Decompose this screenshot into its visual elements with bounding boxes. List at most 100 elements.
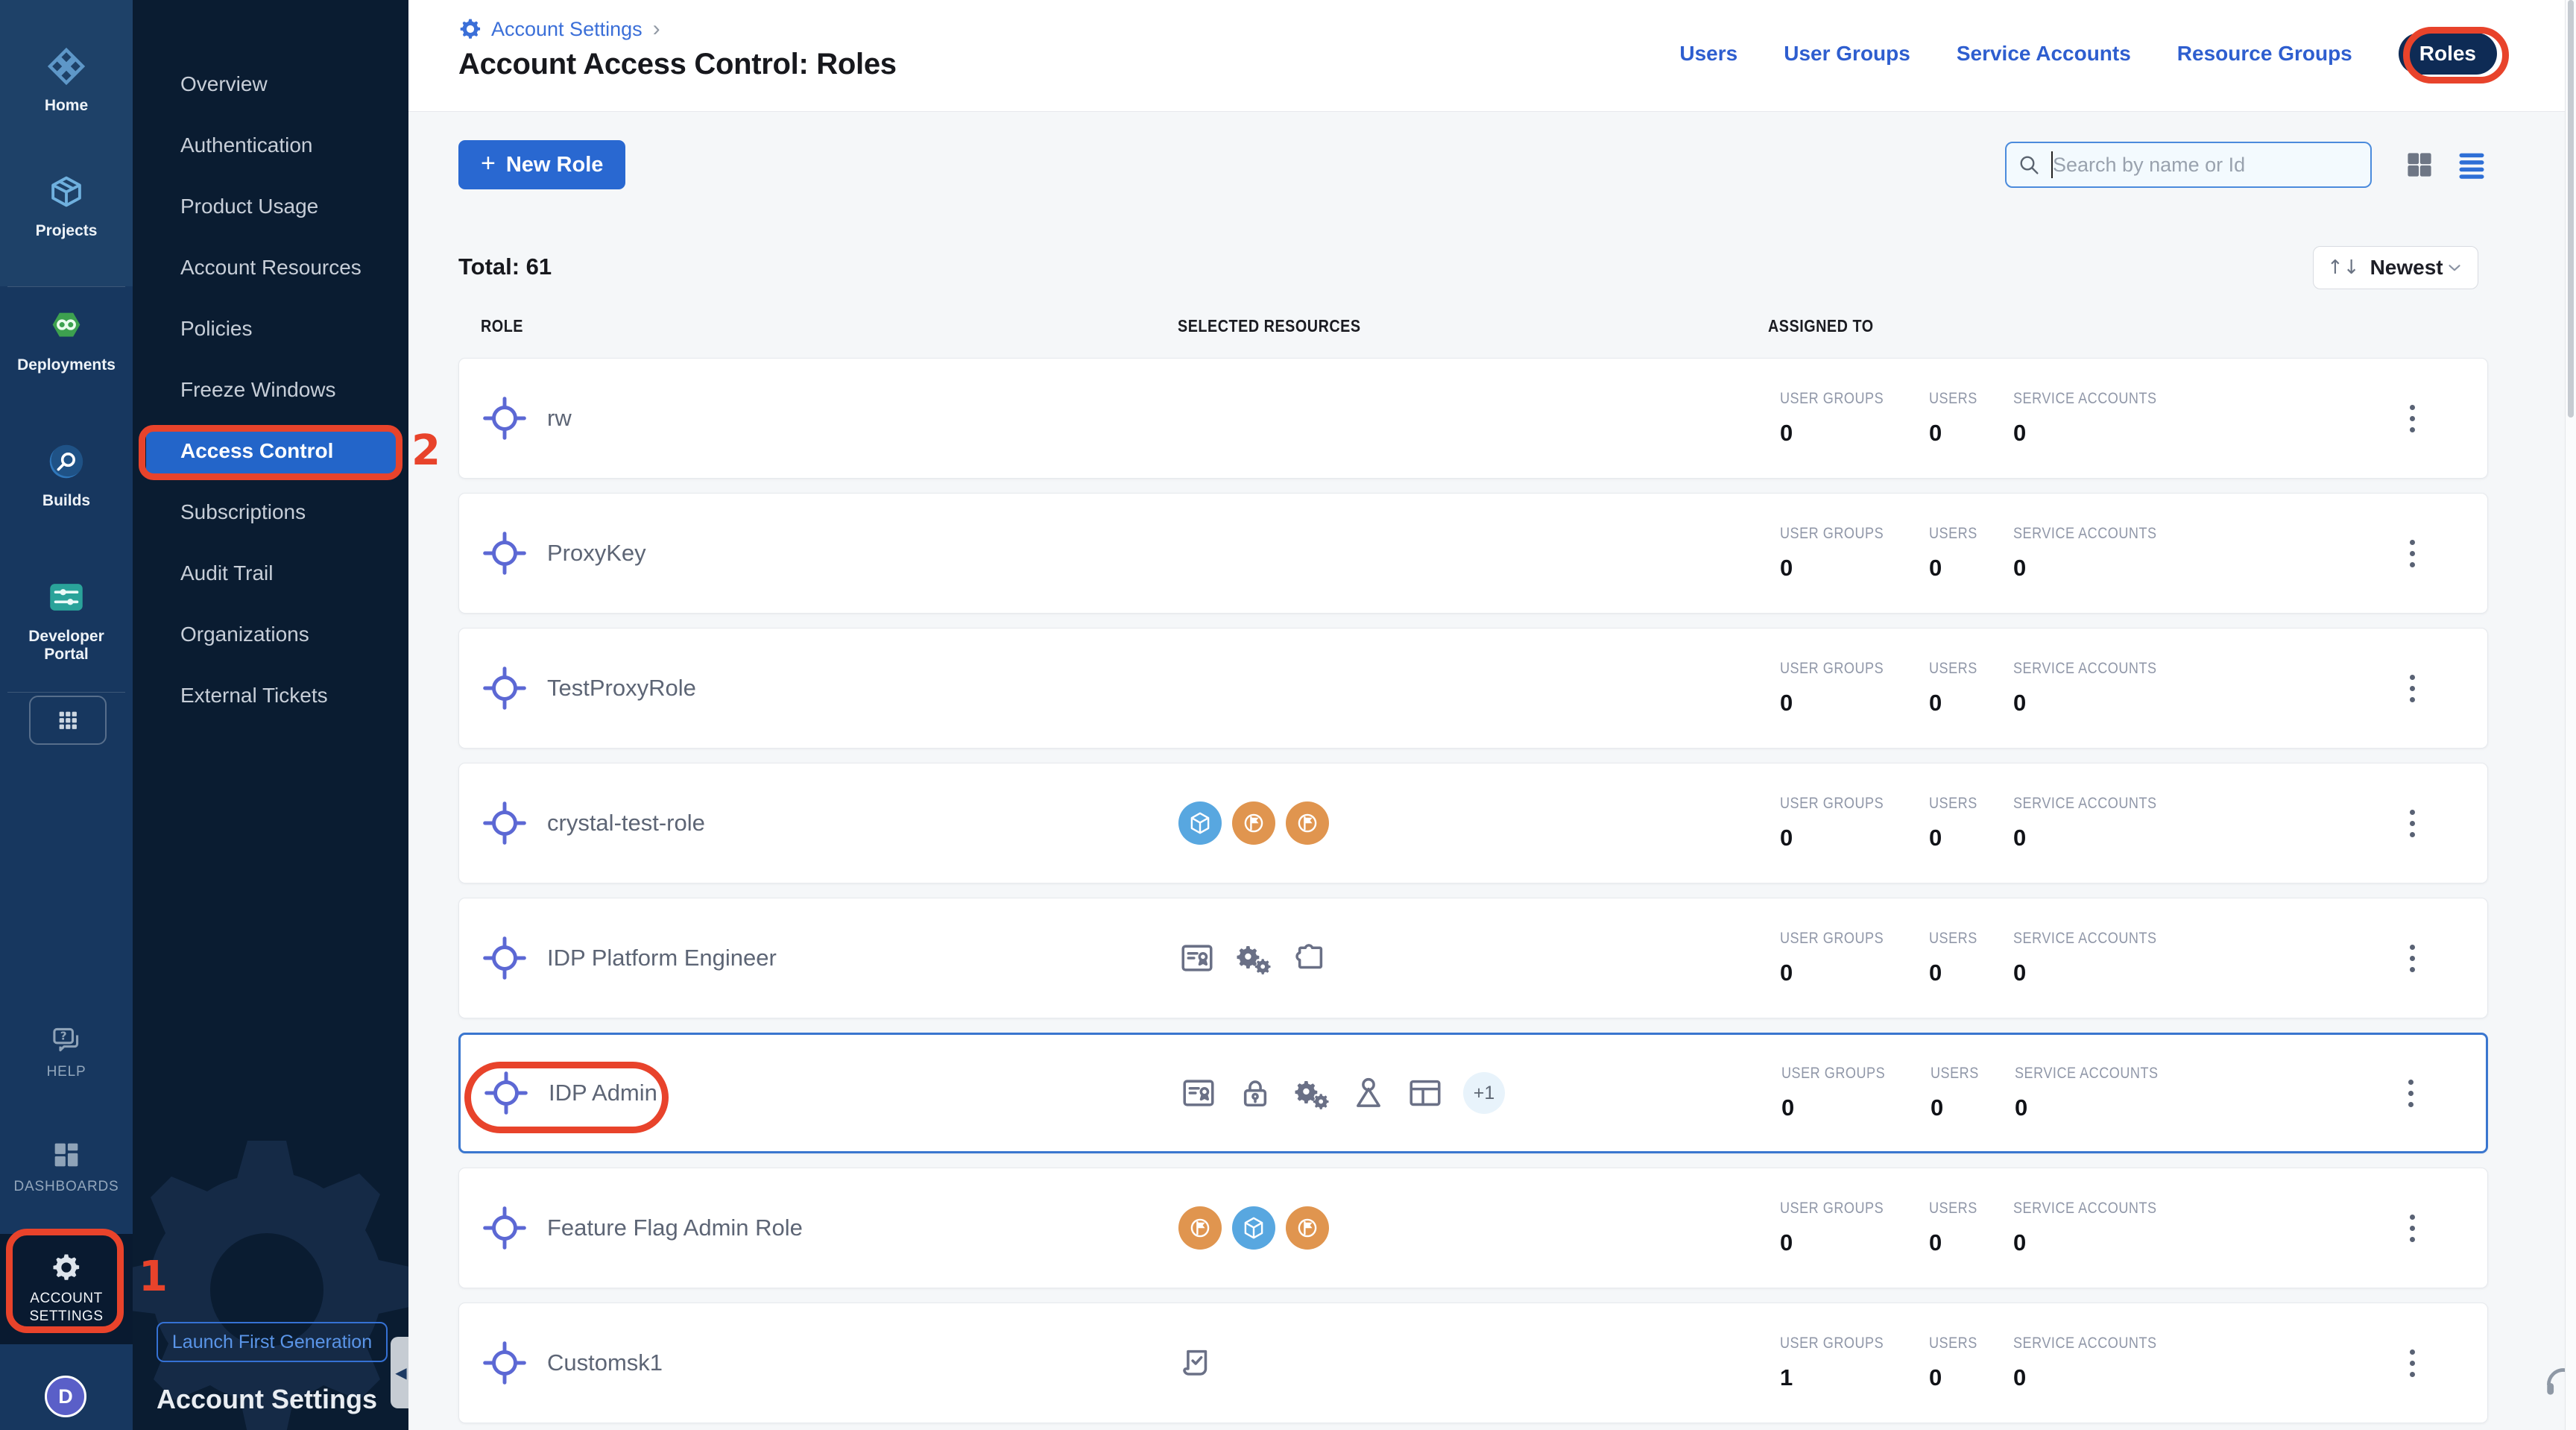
sidebar-item-label: Account Resources xyxy=(133,256,362,280)
assigned-label: USERS xyxy=(1929,660,2013,678)
user-groups-column: USER GROUPS1 xyxy=(1780,1335,1929,1391)
rail-item-builds[interactable]: Builds xyxy=(0,440,133,510)
sidebar-item-account-resources[interactable]: Account Resources xyxy=(133,237,408,298)
breadcrumb-separator: › xyxy=(653,16,660,42)
help-label: HELP xyxy=(0,1064,133,1080)
role-name: rw xyxy=(547,405,572,432)
sidebar-item-policies[interactable]: Policies xyxy=(133,298,408,359)
rail-item-home[interactable]: Home xyxy=(0,45,133,115)
page-header: Account Settings › Account Access Contro… xyxy=(408,0,2576,112)
row-menu-button[interactable] xyxy=(2402,1342,2422,1384)
role-cell: IDP Admin xyxy=(483,1070,1180,1116)
rail-item-account-settings[interactable]: ACCOUNT SETTINGS xyxy=(0,1234,133,1344)
table-row[interactable]: TestProxyRoleUSER GROUPS0USERS0SERVICE A… xyxy=(458,628,2488,749)
rail-divider xyxy=(7,286,125,287)
column-role: ROLE xyxy=(481,316,530,336)
table-row[interactable]: Feature Flag Admin RoleUSER GROUPS0USERS… xyxy=(458,1168,2488,1288)
breadcrumb[interactable]: Account Settings › xyxy=(458,16,660,42)
box-resource-badge xyxy=(1178,801,1222,845)
role-target-icon xyxy=(483,1070,529,1116)
assigned-label: USER GROUPS xyxy=(1780,930,1929,948)
users-column: USERS0 xyxy=(1929,390,2013,447)
row-menu-button[interactable] xyxy=(2402,937,2422,979)
sidebar-item-authentication[interactable]: Authentication xyxy=(133,115,408,176)
rail-item-projects[interactable]: Projects xyxy=(0,170,133,240)
sidebar-item-external-tickets[interactable]: External Tickets xyxy=(133,665,408,726)
launch-first-generation-button[interactable]: Launch First Generation xyxy=(157,1322,388,1362)
search-input[interactable] xyxy=(2005,142,2372,188)
sidebar-item-overview[interactable]: Overview xyxy=(133,54,408,115)
row-menu-button[interactable] xyxy=(2402,397,2422,439)
sidebar-item-product-usage[interactable]: Product Usage xyxy=(133,176,408,237)
kebab-dot xyxy=(2410,675,2415,680)
kebab-dot xyxy=(2410,551,2415,556)
selected-resources-cell xyxy=(1178,1206,1769,1250)
sidebar-item-organizations[interactable]: Organizations xyxy=(133,604,408,665)
tab-users[interactable]: Users xyxy=(1679,42,1737,66)
assigned-count: 0 xyxy=(2013,1229,2222,1256)
table-row[interactable]: IDP Platform EngineerUSER GROUPS0USERS0S… xyxy=(458,898,2488,1018)
rail-item-developer-portal[interactable]: Developer Portal xyxy=(0,576,133,663)
sidebar-item-freeze-windows[interactable]: Freeze Windows xyxy=(133,359,408,421)
scrollbar-thumb[interactable] xyxy=(2568,0,2574,418)
assigned-count: 0 xyxy=(1929,960,2013,986)
grid-view-toggle-icon[interactable] xyxy=(2403,148,2436,181)
users-column: USERS0 xyxy=(1929,795,2013,851)
assigned-label: USER GROUPS xyxy=(1780,1200,1929,1218)
assigned-label: SERVICE ACCOUNTS xyxy=(2013,525,2222,543)
flag-resource-badge xyxy=(1232,801,1275,845)
assigned-label: USER GROUPS xyxy=(1781,1065,1931,1083)
table-row[interactable]: ProxyKeyUSER GROUPS0USERS0SERVICE ACCOUN… xyxy=(458,493,2488,614)
list-view-toggle-icon[interactable] xyxy=(2455,148,2488,181)
assigned-count: 0 xyxy=(1929,1364,2013,1391)
flag-icon xyxy=(1240,810,1267,837)
sidebar-item-access-control[interactable]: Access Control xyxy=(133,421,408,482)
tab-resource-groups[interactable]: Resource Groups xyxy=(2177,42,2352,66)
rail-item-help[interactable]: HELP xyxy=(0,1023,133,1080)
row-menu-button[interactable] xyxy=(2402,1207,2422,1249)
flag-icon xyxy=(1294,1215,1321,1241)
sort-dropdown[interactable]: ↑↓ Newest xyxy=(2313,246,2478,289)
assigned-label: SERVICE ACCOUNTS xyxy=(2013,795,2222,813)
row-menu-button[interactable] xyxy=(2402,667,2422,709)
table-row[interactable]: IDP Admin+1USER GROUPS0USERS0SERVICE ACC… xyxy=(458,1033,2488,1153)
breadcrumb-label[interactable]: Account Settings xyxy=(491,18,643,41)
user-avatar[interactable]: D xyxy=(45,1376,86,1417)
flag-resource-badge xyxy=(1286,1206,1329,1250)
assigned-label: USERS xyxy=(1929,390,2013,408)
role-name: ProxyKey xyxy=(547,540,646,567)
sort-arrows-icon: ↑↓ xyxy=(2327,256,2360,279)
row-menu-button[interactable] xyxy=(2402,802,2422,844)
sidebar-item-audit-trail[interactable]: Audit Trail xyxy=(133,543,408,604)
new-role-button[interactable]: + New Role xyxy=(458,140,625,189)
row-menu-button[interactable] xyxy=(2401,1072,2420,1114)
assigned-count: 0 xyxy=(1780,690,1929,716)
role-cell: TestProxyRole xyxy=(482,665,1178,711)
module-grid-button[interactable] xyxy=(29,696,107,745)
assigned-count: 0 xyxy=(2013,825,2222,851)
tab-service-accounts[interactable]: Service Accounts xyxy=(1957,42,2131,66)
table-row[interactable]: crystal-test-roleUSER GROUPS0USERS0SERVI… xyxy=(458,763,2488,883)
assigned-label: USER GROUPS xyxy=(1780,795,1929,813)
sidebar-item-subscriptions[interactable]: Subscriptions xyxy=(133,482,408,543)
help-icon xyxy=(49,1023,83,1057)
rail-item-label: Home xyxy=(0,97,133,115)
approval-icon xyxy=(1178,1344,1216,1382)
table-row[interactable]: Customsk1USER GROUPS1USERS0SERVICE ACCOU… xyxy=(458,1303,2488,1423)
gears-icon xyxy=(1293,1074,1330,1112)
role-cell: IDP Platform Engineer xyxy=(482,935,1178,981)
tab-user-groups[interactable]: User Groups xyxy=(1784,42,1910,66)
tab-roles[interactable]: Roles xyxy=(2399,33,2497,75)
assigned-count: 0 xyxy=(2013,690,2222,716)
role-name: TestProxyRole xyxy=(547,675,696,702)
row-menu-button[interactable] xyxy=(2402,532,2422,574)
rail-item-deployments[interactable]: Deployments xyxy=(0,304,133,374)
rail-item-dashboards[interactable]: DASHBOARDS xyxy=(0,1138,133,1195)
table-header: ROLE SELECTED RESOURCES ASSIGNED TO xyxy=(458,316,2488,346)
sidebar-collapse-handle[interactable]: ◀ xyxy=(391,1337,408,1408)
assigned-count: 0 xyxy=(1929,825,2013,851)
user-groups-column: USER GROUPS0 xyxy=(1780,1200,1929,1256)
table-row[interactable]: rwUSER GROUPS0USERS0SERVICE ACCOUNTS0 xyxy=(458,358,2488,479)
more-resources-badge: +1 xyxy=(1463,1072,1505,1114)
assigned-label: SERVICE ACCOUNTS xyxy=(2013,660,2222,678)
